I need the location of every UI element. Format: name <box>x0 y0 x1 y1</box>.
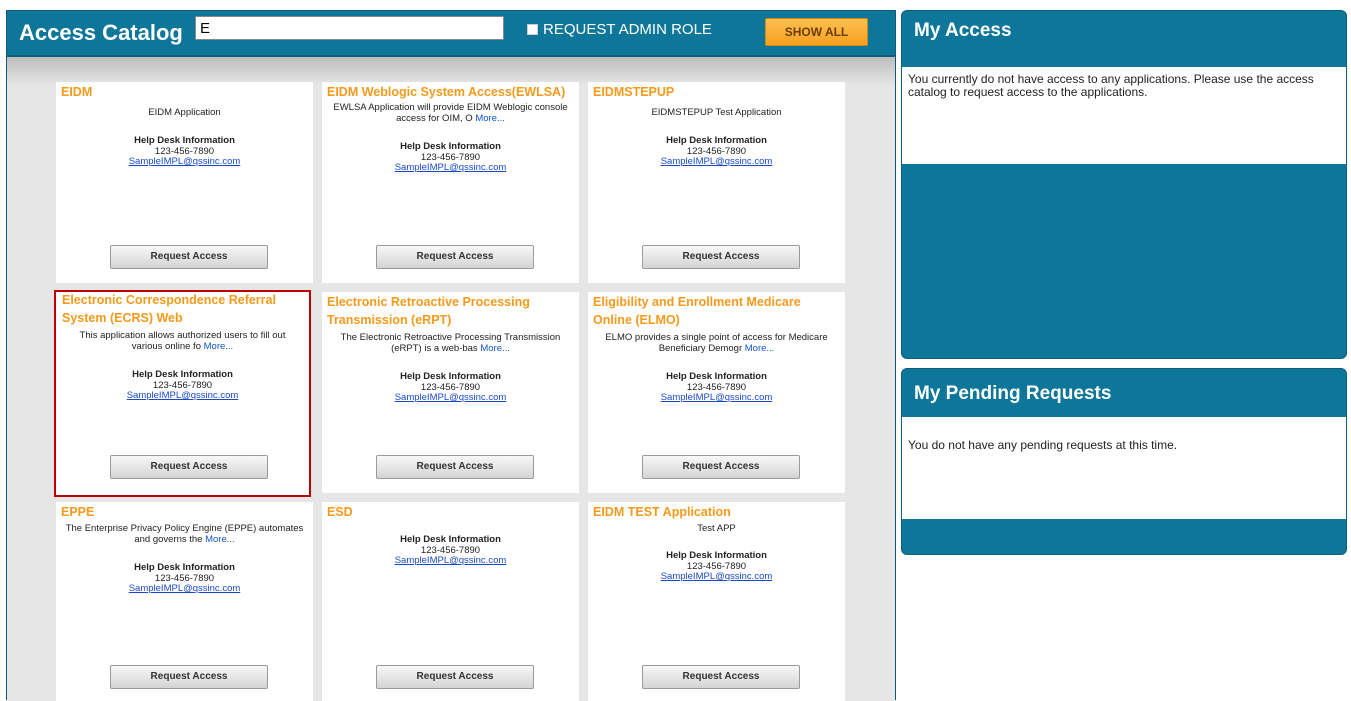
help-desk-title: Help Desk Information <box>134 562 235 573</box>
request-access-button[interactable]: Request Access <box>642 245 800 269</box>
card-description: This application allows authorized users… <box>79 330 286 352</box>
search-input[interactable] <box>195 16 504 40</box>
request-access-button[interactable]: Request Access <box>110 665 268 689</box>
help-desk-title: Help Desk Information <box>666 550 767 561</box>
show-all-button[interactable]: SHOW ALL <box>765 18 868 46</box>
help-desk-email-link[interactable]: SampleIMPL@qssinc.com <box>56 583 313 595</box>
help-desk-info: Help Desk Information 123-456-7890 Sampl… <box>322 141 579 174</box>
help-desk-email-link[interactable]: SampleIMPL@qssinc.com <box>322 555 579 567</box>
more-link[interactable]: More... <box>745 343 775 354</box>
card-title[interactable]: EIDM Weblogic System Access(EWLSA) <box>322 83 579 101</box>
help-desk-title: Help Desk Information <box>400 141 501 152</box>
pending-requests-panel: My Pending Requests You do not have any … <box>901 368 1347 555</box>
card-description: The Enterprise Privacy Policy Engine (EP… <box>65 523 304 545</box>
admin-role-checkbox[interactable] <box>527 24 538 35</box>
card-description: Test APP <box>697 523 736 534</box>
help-desk-title: Help Desk Information <box>134 135 235 146</box>
request-access-button[interactable]: Request Access <box>642 665 800 689</box>
pending-requests-title: My Pending Requests <box>914 383 1112 404</box>
request-access-button[interactable]: Request Access <box>376 455 534 479</box>
help-desk-info: Help Desk Information 123-456-7890 Sampl… <box>322 371 579 404</box>
card-title[interactable]: EIDMSTEPUP <box>588 83 845 101</box>
help-desk-email-link[interactable]: SampleIMPL@qssinc.com <box>588 156 845 168</box>
card-title[interactable]: ESD <box>322 503 579 521</box>
help-desk-title: Help Desk Information <box>666 135 767 146</box>
more-link[interactable]: More... <box>205 534 235 545</box>
card-description: EIDMSTEPUP Test Application <box>651 107 782 118</box>
my-access-message: You currently do not have access to any … <box>902 67 1346 164</box>
help-desk-info: Help Desk Information 123-456-7890 Sampl… <box>588 550 845 583</box>
admin-role-label: REQUEST ADMIN ROLE <box>543 21 712 38</box>
help-desk-title: Help Desk Information <box>400 371 501 382</box>
app-card-eidm-test: EIDM TEST Application Test APP Help Desk… <box>588 502 845 701</box>
help-desk-info: Help Desk Information 123-456-7890 Sampl… <box>588 135 845 168</box>
help-desk-email-link[interactable]: SampleIMPL@qssinc.com <box>588 392 845 404</box>
request-access-button[interactable]: Request Access <box>110 245 268 269</box>
card-title[interactable]: EPPE <box>56 503 313 521</box>
help-desk-info: Help Desk Information 123-456-7890 Sampl… <box>56 562 313 595</box>
help-desk-title: Help Desk Information <box>666 371 767 382</box>
help-desk-info: Help Desk Information 123-456-7890 Sampl… <box>56 135 313 168</box>
my-access-title: My Access <box>914 20 1012 41</box>
request-access-button[interactable]: Request Access <box>110 455 268 479</box>
catalog-grid: EIDM EIDM Application Help Desk Informat… <box>7 57 895 701</box>
more-link[interactable]: More... <box>204 341 234 352</box>
card-title[interactable]: Electronic Retroactive Processing Transm… <box>322 293 579 329</box>
request-access-button[interactable]: Request Access <box>642 455 800 479</box>
app-card-elmo: Eligibility and Enrollment Medicare Onli… <box>588 292 845 493</box>
app-card-eidm: EIDM EIDM Application Help Desk Informat… <box>56 82 313 283</box>
help-desk-title: Help Desk Information <box>132 369 233 380</box>
help-desk-info: Help Desk Information 123-456-7890 Sampl… <box>322 534 579 567</box>
app-card-ecrs: Electronic Correspondence Referral Syste… <box>54 290 311 497</box>
card-title[interactable]: EIDM <box>56 83 313 101</box>
help-desk-info: Help Desk Information 123-456-7890 Sampl… <box>56 369 309 402</box>
card-title[interactable]: EIDM TEST Application <box>588 503 845 521</box>
app-card-eidmstepup: EIDMSTEPUP EIDMSTEPUP Test Application H… <box>588 82 845 283</box>
card-description: EWLSA Application will provide EIDM Webl… <box>333 102 568 124</box>
app-card-erpt: Electronic Retroactive Processing Transm… <box>322 292 579 493</box>
card-title[interactable]: Electronic Correspondence Referral Syste… <box>56 291 309 327</box>
more-link[interactable]: More... <box>475 113 505 124</box>
help-desk-title: Help Desk Information <box>400 534 501 545</box>
app-card-ewlsa: EIDM Weblogic System Access(EWLSA) EWLSA… <box>322 82 579 283</box>
app-card-eppe: EPPE The Enterprise Privacy Policy Engin… <box>56 502 313 701</box>
help-desk-email-link[interactable]: SampleIMPL@qssinc.com <box>322 392 579 404</box>
help-desk-email-link[interactable]: SampleIMPL@qssinc.com <box>322 162 579 174</box>
access-catalog-panel: Access Catalog REQUEST ADMIN ROLE SHOW A… <box>6 10 896 701</box>
card-description: The Electronic Retroactive Processing Tr… <box>340 332 561 354</box>
card-title[interactable]: Eligibility and Enrollment Medicare Onli… <box>588 293 845 329</box>
card-description: ELMO provides a single point of access f… <box>605 332 828 354</box>
pending-requests-message: You do not have any pending requests at … <box>902 417 1346 519</box>
request-admin-role-toggle[interactable]: REQUEST ADMIN ROLE <box>527 21 712 38</box>
help-desk-email-link[interactable]: SampleIMPL@qssinc.com <box>56 390 309 402</box>
my-access-panel: My Access You currently do not have acce… <box>901 10 1347 359</box>
request-access-button[interactable]: Request Access <box>376 245 534 269</box>
card-description: EIDM Application <box>148 107 221 118</box>
request-access-button[interactable]: Request Access <box>376 665 534 689</box>
more-link[interactable]: More... <box>480 343 510 354</box>
app-card-esd: ESD Help Desk Information 123-456-7890 S… <box>322 502 579 701</box>
catalog-title: Access Catalog <box>19 20 183 45</box>
catalog-header: Access Catalog REQUEST ADMIN ROLE SHOW A… <box>7 11 895 57</box>
help-desk-email-link[interactable]: SampleIMPL@qssinc.com <box>56 156 313 168</box>
help-desk-info: Help Desk Information 123-456-7890 Sampl… <box>588 371 845 404</box>
help-desk-email-link[interactable]: SampleIMPL@qssinc.com <box>588 571 845 583</box>
